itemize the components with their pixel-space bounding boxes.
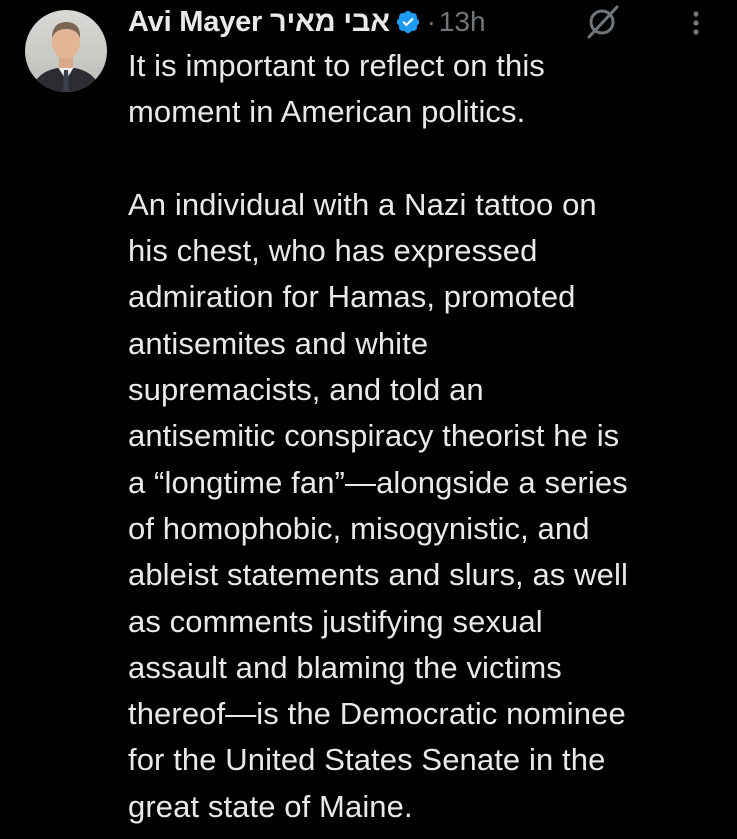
text-line: for the United States Senate in the xyxy=(128,742,606,778)
text-line: moment in American politics. xyxy=(128,94,526,130)
tweet[interactable]: Avi Mayer אבי מאיר · 13h It is important… xyxy=(0,0,737,839)
text-line: thereof—is the Democratic nominee xyxy=(128,696,626,732)
verified-badge-icon[interactable] xyxy=(395,9,421,35)
avatar[interactable] xyxy=(25,10,107,92)
tweet-text: It is important to reflect on this momen… xyxy=(128,43,728,830)
text-line: ableist statements and slurs, as well xyxy=(128,557,628,593)
text-line: great state of Maine. xyxy=(128,788,413,824)
text-line: his chest, who has expressed xyxy=(128,233,538,269)
more-vertical-icon[interactable] xyxy=(682,6,710,40)
paragraph-2: An individual with a Nazi tattoo on his … xyxy=(128,182,728,830)
grok-icon[interactable] xyxy=(583,3,621,41)
text-line: as comments justifying sexual xyxy=(128,603,543,639)
paragraph-1: It is important to reflect on this momen… xyxy=(128,43,728,136)
author-name[interactable]: Avi Mayer אבי מאיר xyxy=(128,6,390,39)
separator-dot: · xyxy=(426,6,436,37)
text-line: admiration for Hamas, promoted xyxy=(128,279,576,315)
text-line: antisemites and white xyxy=(128,325,429,361)
text-line: a “longtime fan”—alongside a series xyxy=(128,464,628,500)
timestamp[interactable]: 13h xyxy=(439,6,486,38)
text-line: An individual with a Nazi tattoo on xyxy=(128,186,597,222)
text-line: antisemitic conspiracy theorist he is xyxy=(128,418,620,454)
tweet-header: Avi Mayer אבי מאיר · 13h xyxy=(128,2,728,42)
text-line: It is important to reflect on this xyxy=(128,48,545,83)
paragraph-break xyxy=(128,136,728,182)
avatar-photo xyxy=(25,10,107,92)
text-line: of homophobic, misogynistic, and xyxy=(128,510,590,546)
text-line: supremacists, and told an xyxy=(128,372,484,408)
text-line: assault and blaming the victims xyxy=(128,649,562,685)
